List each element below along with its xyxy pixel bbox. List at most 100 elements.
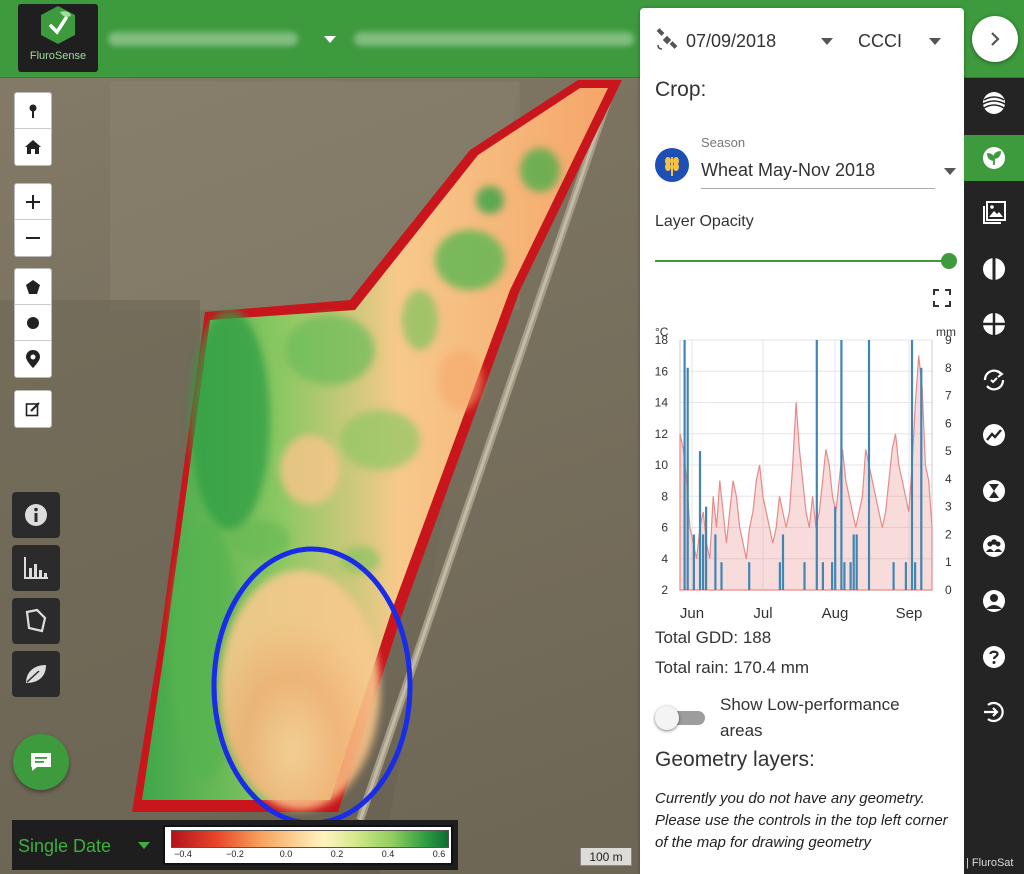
rain-bar	[840, 340, 843, 590]
map-credit: | FluroSat	[966, 857, 1014, 869]
rain-bar	[904, 562, 907, 590]
sync-icon	[983, 369, 1005, 391]
opacity-slider-handle[interactable]	[941, 253, 957, 269]
bar-chart-icon	[24, 557, 48, 579]
legend-tick: −0.2	[226, 849, 244, 859]
collapse-panel-button[interactable]	[972, 16, 1018, 62]
field-name-redacted	[354, 32, 634, 46]
farm-selector[interactable]	[108, 26, 338, 52]
chat-icon	[31, 753, 51, 771]
analytics-button[interactable]	[12, 545, 60, 591]
geometry-empty-message: Currently you do not have any geometry. …	[655, 790, 948, 851]
zoom-controls	[14, 183, 52, 257]
sidebar-item-imagery[interactable]	[964, 190, 1024, 236]
sidebar-item-crop[interactable]	[964, 135, 1024, 181]
info-button[interactable]	[12, 492, 60, 538]
index-selector[interactable]: CCCI	[858, 31, 902, 52]
zoom-out-button[interactable]	[15, 220, 51, 256]
chevron-right-icon	[991, 32, 1000, 46]
sidebar-item-team[interactable]	[964, 523, 1024, 569]
rain-bar	[831, 562, 834, 590]
info-icon	[25, 504, 47, 526]
home-icon	[25, 140, 41, 154]
rain-bar	[720, 562, 723, 590]
user-icon	[983, 590, 1005, 612]
polygon-icon	[26, 279, 40, 294]
sidebar-item-globe[interactable]	[964, 80, 1024, 126]
rain-bar	[855, 534, 858, 590]
mode-chevron-down-icon	[138, 842, 150, 849]
y2-tick-label: 2	[945, 527, 952, 541]
edit-icon	[25, 402, 40, 417]
expand-icon[interactable]	[932, 288, 952, 308]
date-chevron-down-icon[interactable]	[821, 38, 833, 45]
opacity-label: Layer Opacity	[655, 213, 754, 230]
logo-leaf-icon	[41, 6, 75, 44]
chat-button[interactable]	[13, 734, 69, 790]
leaf-icon	[26, 665, 46, 683]
legend-gradient	[171, 830, 449, 848]
total-gdd: Total GDD: 188	[655, 628, 772, 647]
rain-bar	[698, 451, 702, 590]
total-rain: Total rain: 170.4 mm	[655, 658, 810, 677]
rain-bar	[692, 534, 695, 590]
draw-circle-button[interactable]	[15, 305, 51, 341]
mode-label: Single Date	[18, 836, 112, 856]
minus-icon	[26, 237, 40, 239]
y2-tick-label: 1	[945, 555, 952, 569]
field-selector[interactable]	[350, 26, 638, 52]
satellite-icon	[656, 28, 678, 50]
edit-button[interactable]	[15, 391, 51, 427]
x-tick-label: Aug	[822, 605, 849, 622]
rain-bar	[834, 506, 837, 590]
sidebar-item-logout[interactable]	[964, 689, 1024, 735]
sidebar-item-profile[interactable]	[964, 578, 1024, 624]
logo-text: FluroSense	[29, 50, 87, 62]
low-performance-toggle[interactable]	[655, 706, 705, 730]
sidebar-item-zones[interactable]	[964, 301, 1024, 347]
rain-bar	[815, 340, 818, 590]
y2-tick-label: 8	[945, 361, 952, 375]
rain-bar	[821, 562, 824, 590]
toggle-knob	[655, 706, 679, 730]
crop-button[interactable]	[12, 651, 60, 697]
sidebar-item-history[interactable]	[964, 468, 1024, 514]
wheat-icon	[655, 148, 689, 182]
y-tick-label: 2	[661, 583, 668, 597]
y-tick-label: 4	[661, 552, 668, 566]
season-underline	[701, 188, 935, 189]
sidebar-item-help[interactable]	[964, 634, 1024, 680]
index-chevron-down-icon[interactable]	[929, 38, 941, 45]
home-button[interactable]	[15, 129, 51, 165]
pin-button[interactable]	[15, 93, 51, 129]
rain-bar	[852, 534, 855, 590]
legend-tick: 0.0	[279, 849, 293, 859]
rain-bar	[914, 562, 917, 590]
x-tick-label: Jun	[680, 605, 704, 622]
sidebar-item-trend[interactable]	[964, 412, 1024, 458]
marker-icon	[26, 350, 40, 368]
app-logo[interactable]: FluroSense	[18, 4, 98, 72]
rain-bar	[686, 367, 689, 590]
legend-tick: 0.4	[381, 849, 395, 859]
sidebar-item-compare[interactable]	[964, 246, 1024, 292]
rain-bar	[849, 562, 852, 590]
x-tick-label: Jul	[753, 605, 772, 622]
rain-bar	[702, 534, 705, 590]
opacity-slider-track[interactable]	[655, 260, 951, 262]
zones-button[interactable]	[12, 598, 60, 644]
sidebar-item-sync[interactable]	[964, 357, 1024, 403]
logout-icon	[984, 701, 1004, 723]
draw-controls	[14, 268, 52, 378]
x-tick-label: Sep	[896, 605, 923, 622]
rain-bar	[705, 506, 708, 590]
draw-marker-button[interactable]	[15, 341, 51, 377]
y2-tick-label: 9	[945, 333, 952, 347]
zoom-in-button[interactable]	[15, 184, 51, 220]
date-selector[interactable]: 07/09/2018	[686, 31, 776, 52]
rain-bar	[748, 562, 751, 590]
draw-polygon-button[interactable]	[15, 269, 51, 305]
season-select[interactable]: Wheat May-Nov 2018	[701, 160, 875, 181]
team-icon	[983, 535, 1005, 557]
season-chevron-down-icon[interactable]	[944, 168, 956, 175]
